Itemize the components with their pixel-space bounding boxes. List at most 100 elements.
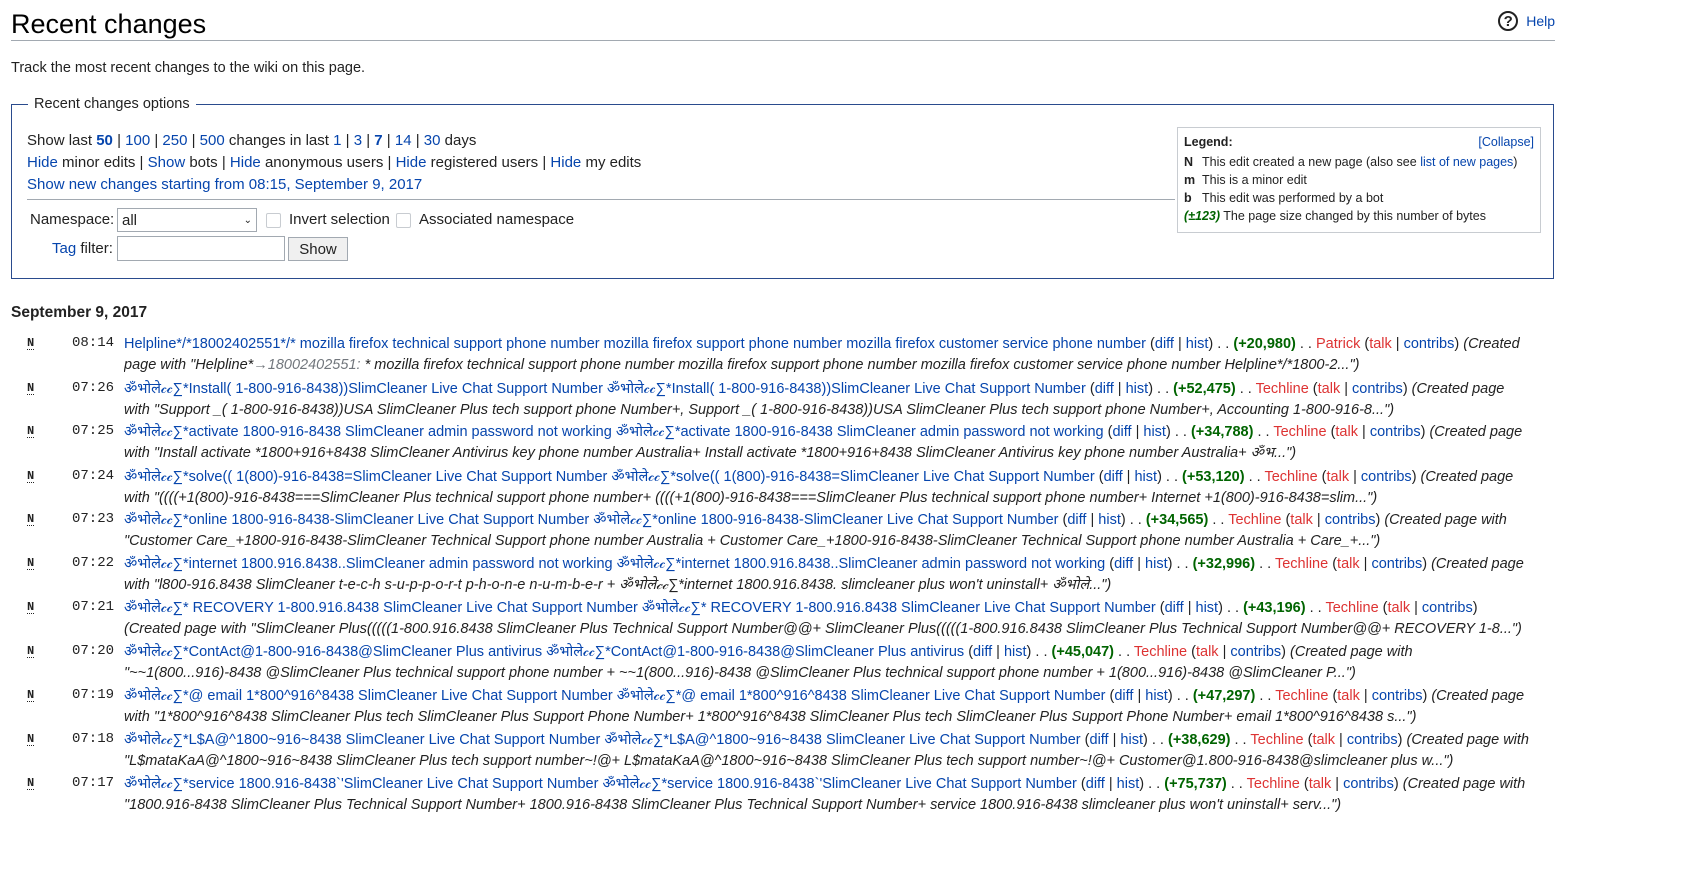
tag-link[interactable]: Tag bbox=[52, 240, 76, 257]
diff-link[interactable]: diff bbox=[1090, 732, 1109, 748]
page-title-link[interactable]: ॐभोले𝒸𝒸∑*Install( 1-800-916-8438))SlimCl… bbox=[124, 381, 1086, 397]
user-link[interactable]: Techline bbox=[1134, 644, 1187, 660]
invert-checkbox[interactable] bbox=[266, 212, 281, 228]
associated-checkbox[interactable] bbox=[396, 212, 411, 228]
diff-link[interactable]: diff bbox=[1086, 776, 1105, 792]
talk-link[interactable]: talk bbox=[1388, 600, 1411, 616]
intro-text: Track the most recent changes to the wik… bbox=[11, 60, 366, 76]
namespace-select[interactable]: all ⌄ bbox=[117, 208, 257, 232]
user-link[interactable]: Techline bbox=[1273, 424, 1326, 440]
contribs-link[interactable]: contribs bbox=[1404, 336, 1455, 352]
page-title-link[interactable]: ॐभोले𝒸𝒸∑*online 1800-916-8438-SlimCleane… bbox=[124, 512, 1059, 528]
toggle-bots[interactable]: Show bbox=[148, 154, 186, 171]
contribs-link[interactable]: contribs bbox=[1422, 600, 1473, 616]
contribs-link[interactable]: contribs bbox=[1361, 469, 1412, 485]
limit-250[interactable]: 250 bbox=[162, 132, 187, 149]
days-14[interactable]: 14 bbox=[395, 132, 412, 149]
hist-link[interactable]: hist bbox=[1196, 600, 1219, 616]
user-link[interactable]: Techline bbox=[1275, 688, 1328, 704]
toggle-minor-edits[interactable]: Hide bbox=[27, 154, 58, 171]
talk-link[interactable]: talk bbox=[1196, 644, 1219, 660]
user-link[interactable]: Techline bbox=[1247, 776, 1300, 792]
diff-link[interactable]: diff bbox=[1112, 424, 1131, 440]
hist-link[interactable]: hist bbox=[1143, 424, 1166, 440]
legend-row-minor: m This is a minor edit bbox=[1184, 173, 1307, 187]
limit-50[interactable]: 50 bbox=[96, 132, 113, 149]
user-link[interactable]: Techline bbox=[1264, 469, 1317, 485]
summary-section-link[interactable]: →18002402551: bbox=[253, 357, 360, 373]
talk-link[interactable]: talk bbox=[1327, 469, 1350, 485]
hist-link[interactable]: hist bbox=[1145, 688, 1168, 704]
talk-link[interactable]: talk bbox=[1335, 424, 1358, 440]
page-title-link[interactable]: ॐभोले𝒸𝒸∑*activate 1800-916-8438 SlimClea… bbox=[124, 424, 1104, 440]
page-title-link[interactable]: ॐभोले𝒸𝒸∑* RECOVERY 1-800.916.8438 SlimCl… bbox=[124, 600, 1156, 616]
diff-link[interactable]: diff bbox=[1067, 512, 1086, 528]
contribs-link[interactable]: contribs bbox=[1347, 732, 1398, 748]
user-link[interactable]: Techline bbox=[1250, 732, 1303, 748]
page-title-link[interactable]: ॐभोले𝒸𝒸∑*internet 1800.916.8438..SlimCle… bbox=[124, 556, 1105, 572]
toggle-registered[interactable]: Hide bbox=[396, 154, 427, 171]
tag-filter-input[interactable] bbox=[117, 236, 285, 261]
days-7[interactable]: 7 bbox=[374, 132, 382, 149]
legend-collapse-link[interactable]: [Collapse] bbox=[1478, 135, 1534, 149]
contribs-link[interactable]: contribs bbox=[1325, 512, 1376, 528]
hist-link[interactable]: hist bbox=[1098, 512, 1121, 528]
contribs-link[interactable]: contribs bbox=[1372, 688, 1423, 704]
hist-link[interactable]: hist bbox=[1134, 469, 1157, 485]
toggle-anonymous[interactable]: Hide bbox=[230, 154, 261, 171]
talk-link[interactable]: talk bbox=[1337, 688, 1360, 704]
contribs-link[interactable]: contribs bbox=[1230, 644, 1281, 660]
diff-link[interactable]: diff bbox=[1114, 556, 1133, 572]
diff-link[interactable]: diff bbox=[1114, 688, 1133, 704]
help-label[interactable]: Help bbox=[1526, 13, 1555, 29]
legend-key: (±123) bbox=[1184, 209, 1221, 223]
user-link[interactable]: Techline bbox=[1228, 512, 1281, 528]
hist-link[interactable]: hist bbox=[1004, 644, 1027, 660]
diff-link[interactable]: diff bbox=[1165, 600, 1184, 616]
talk-link[interactable]: talk bbox=[1337, 556, 1360, 572]
hist-link[interactable]: hist bbox=[1126, 381, 1149, 397]
user-link[interactable]: Techline bbox=[1325, 600, 1378, 616]
invert-selection[interactable]: Invert selection bbox=[266, 211, 390, 228]
hist-link[interactable]: hist bbox=[1145, 556, 1168, 572]
list-of-new-pages-link[interactable]: list of new pages bbox=[1420, 155, 1513, 169]
days-30[interactable]: 30 bbox=[424, 132, 441, 149]
diff-link[interactable]: diff bbox=[973, 644, 992, 660]
separator: . . bbox=[1239, 381, 1252, 397]
toggle-my-edits[interactable]: Hide bbox=[550, 154, 581, 171]
entry-line: ॐभोले𝒸𝒸∑*@ email 1*800^916^8438 SlimClea… bbox=[124, 688, 1525, 704]
show-new-changes-link[interactable]: Show new changes starting from 08:15, Se… bbox=[27, 176, 422, 193]
page-title-link[interactable]: ॐभोले𝒸𝒸∑*service 1800.916-8438`'SlimClea… bbox=[124, 776, 1077, 792]
limit-500[interactable]: 500 bbox=[200, 132, 225, 149]
show-button[interactable]: Show bbox=[288, 237, 348, 261]
page-title-link[interactable]: ॐभोले𝒸𝒸∑*L$A@^1800~916~8438 SlimCleaner … bbox=[124, 732, 1081, 748]
talk-link[interactable]: talk bbox=[1312, 732, 1335, 748]
user-link[interactable]: Techline bbox=[1275, 556, 1328, 572]
contribs-link[interactable]: contribs bbox=[1352, 381, 1403, 397]
page-title-link[interactable]: Helpline*/*18002402551*/* mozilla firefo… bbox=[124, 336, 1146, 352]
entry-line: ॐभोले𝒸𝒸∑*online 1800-916-8438-SlimCleane… bbox=[124, 512, 1507, 528]
days-1[interactable]: 1 bbox=[333, 132, 341, 149]
page-title-link[interactable]: ॐभोले𝒸𝒸∑*solve(( 1(800)-916-8438=SlimCle… bbox=[124, 469, 1095, 485]
page-title-link[interactable]: ॐभोले𝒸𝒸∑*ContAct@1-800-916-8438@SlimClea… bbox=[124, 644, 964, 660]
page-title-link[interactable]: ॐभोले𝒸𝒸∑*@ email 1*800^916^8438 SlimClea… bbox=[124, 688, 1105, 704]
contribs-link[interactable]: contribs bbox=[1343, 776, 1394, 792]
contribs-link[interactable]: contribs bbox=[1371, 556, 1422, 572]
help-link[interactable]: ? Help bbox=[1498, 11, 1555, 31]
hist-link[interactable]: hist bbox=[1186, 336, 1209, 352]
talk-link[interactable]: talk bbox=[1369, 336, 1392, 352]
contribs-link[interactable]: contribs bbox=[1370, 424, 1421, 440]
associated-namespace[interactable]: Associated namespace bbox=[396, 211, 574, 228]
user-link[interactable]: Techline bbox=[1256, 381, 1309, 397]
diff-link[interactable]: diff bbox=[1095, 381, 1114, 397]
limit-100[interactable]: 100 bbox=[125, 132, 150, 149]
hist-link[interactable]: hist bbox=[1120, 732, 1143, 748]
hist-link[interactable]: hist bbox=[1117, 776, 1140, 792]
talk-link[interactable]: talk bbox=[1290, 512, 1313, 528]
user-link[interactable]: Patrick bbox=[1316, 336, 1360, 352]
diff-link[interactable]: diff bbox=[1104, 469, 1123, 485]
days-3[interactable]: 3 bbox=[354, 132, 362, 149]
talk-link[interactable]: talk bbox=[1309, 776, 1332, 792]
talk-link[interactable]: talk bbox=[1318, 381, 1341, 397]
diff-link[interactable]: diff bbox=[1155, 336, 1174, 352]
